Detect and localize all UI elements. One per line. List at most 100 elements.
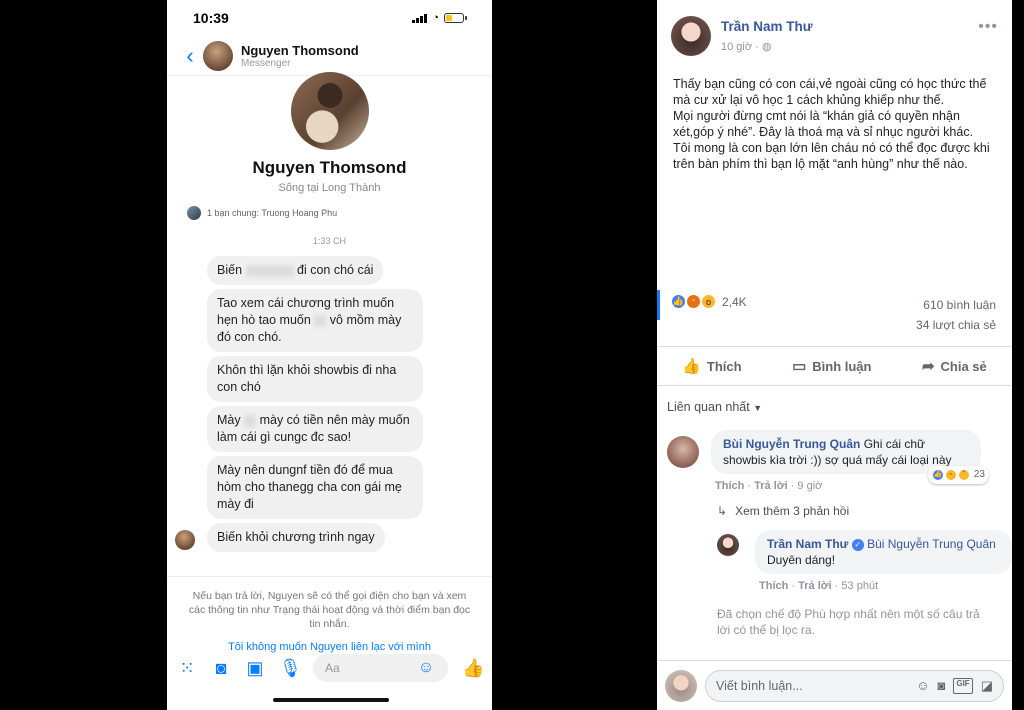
globe-icon: ◍ — [761, 41, 772, 53]
profile-location: Sống tại Long Thành — [278, 182, 381, 194]
message-bubble[interactable]: Mày mày có tiền nên mày muốn làm cái gì … — [207, 406, 423, 452]
share-count[interactable]: 34 lượt chia sẻ — [916, 318, 996, 332]
reaction-count[interactable]: 2,4K — [722, 295, 747, 309]
sad-reaction-icon: ˘ — [957, 469, 970, 481]
message-bubble[interactable]: Biến đi con chó cái — [207, 256, 384, 285]
share-label: Chia sẻ — [940, 358, 987, 374]
reply-time[interactable]: 53 phút — [841, 580, 878, 592]
reply-bubble: Trần Nam Thư ✓ Bùi Nguyễn Trung Quân Duy… — [755, 530, 1012, 574]
mutual-friends-text: 1 bạn chung: Truong Hoang Phu — [207, 208, 338, 218]
profile-name: Nguyen Thomsond — [252, 158, 407, 177]
reply-meta: Thích · Trả lời · 53 phút — [759, 580, 879, 592]
reply-reply-link[interactable]: Trả lời — [798, 580, 832, 592]
post-actions: 👍 Thích ▭ Bình luận ➦ Chia sẻ — [657, 346, 1012, 386]
reply-arrow-icon: ↳ — [717, 504, 728, 518]
verified-badge-icon: ✓ — [851, 538, 864, 551]
angry-reaction-icon: ᵔ — [686, 294, 701, 309]
sort-label: Liên quan nhất — [667, 400, 750, 414]
reply-privacy-note: Nếu bạn trả lời, Nguyen sẽ có thể gọi đi… — [167, 576, 492, 631]
like-label: Thích — [706, 358, 742, 374]
mutual-friends: 1 bạn chung: Truong Hoang Phu — [167, 194, 492, 220]
more-options-icon[interactable]: ••• — [978, 18, 998, 36]
message-bubble[interactable]: Mày nên dungnf tiền đó để mua hòm cho th… — [207, 456, 423, 519]
message-list: Biến đi con chó cái Tao xem cái chương t… — [167, 246, 492, 556]
emoji-icon[interactable]: ☺ — [416, 659, 436, 677]
microphone-icon[interactable]: 🎙 — [279, 658, 302, 679]
comment-list: Bùi Nguyễn Trung Quân Ghi cái chữ showbi… — [657, 430, 1012, 638]
gallery-icon[interactable]: ▣ — [245, 658, 265, 679]
author-avatar[interactable] — [671, 16, 711, 56]
redacted-text — [244, 414, 257, 427]
like-reaction-icon: 👍 — [671, 294, 686, 309]
comment-sort-dropdown[interactable]: Liên quan nhất ▼ — [667, 400, 762, 414]
message-input[interactable]: Aa ☺ — [313, 654, 448, 682]
comment-icon: ▭ — [792, 358, 807, 375]
reply-like-link[interactable]: Thích — [759, 580, 788, 592]
contact-name[interactable]: Nguyen Thomsond — [241, 43, 359, 58]
message-text: Mày — [217, 413, 241, 427]
sticker-icon[interactable]: ◪ — [981, 678, 993, 694]
commenter-avatar[interactable] — [667, 436, 699, 468]
redacted-text — [245, 264, 294, 277]
reply: Trần Nam Thư ✓ Bùi Nguyễn Trung Quân Duy… — [717, 530, 1012, 592]
comment-button[interactable]: ▭ Bình luận — [792, 357, 871, 375]
share-button[interactable]: ➦ Chia sẻ — [922, 357, 987, 375]
comment-reactions[interactable]: 👍 ᵕ ˘ 23 — [927, 466, 989, 484]
haha-reaction-icon: ᵕ — [944, 469, 957, 481]
battery-icon — [444, 13, 467, 23]
author-name[interactable]: Trần Nam Thư — [721, 19, 813, 34]
message-input-placeholder: Aa — [325, 661, 340, 675]
message-composer: ⁙ ◙ ▣ 🎙 Aa ☺ 👍 — [167, 648, 492, 688]
comment: Bùi Nguyễn Trung Quân Ghi cái chữ showbi… — [667, 430, 1012, 492]
post-time-text[interactable]: 10 giờ — [721, 41, 752, 53]
profile-picture[interactable] — [290, 72, 369, 150]
view-more-replies-text: Xem thêm 3 phản hồi — [735, 504, 850, 518]
contact-subtitle: Messenger — [241, 57, 291, 69]
reaction-emojis[interactable]: 👍 ᵔ o 2,4K — [671, 294, 747, 309]
screenshot-stage: 10:39 ◔ ‹ Nguyen Thomsond Messenger Nguy… — [0, 0, 1024, 710]
sender-avatar — [175, 530, 195, 550]
mutual-friend-avatar — [187, 206, 201, 220]
message-bubble[interactable]: Khôn thì lặn khỏi showbis đi nha con chó — [207, 356, 423, 402]
emoji-icon[interactable]: ☺ — [916, 678, 929, 694]
post-header: Trần Nam Thư 10 giờ · ◍ ••• — [657, 0, 1012, 56]
messenger-phone: 10:39 ◔ ‹ Nguyen Thomsond Messenger Nguy… — [167, 0, 492, 710]
status-time: 10:39 — [193, 10, 229, 26]
camera-icon[interactable]: ◙ — [211, 658, 231, 679]
message-text: Biến — [217, 263, 243, 277]
message-bubble[interactable]: Biến khỏi chương trình ngay — [207, 523, 385, 552]
comment-count[interactable]: 610 bình luận — [923, 298, 996, 312]
message-bubble[interactable]: Tao xem cái chương trình muốn hẹn hò tao… — [207, 289, 423, 352]
apps-icon[interactable]: ⁙ — [177, 658, 197, 679]
replier-name[interactable]: Trần Nam Thư — [767, 537, 848, 551]
comment-reply-link[interactable]: Trả lời — [754, 480, 788, 492]
comment-like-link[interactable]: Thích — [715, 480, 744, 492]
like-button[interactable]: 👍 Thích — [682, 357, 741, 375]
commenter-name[interactable]: Bùi Nguyễn Trung Quân — [723, 437, 860, 451]
reply-text: Duyên dáng! — [767, 553, 836, 567]
comment-composer: Viết bình luận... ☺ ◙ GIF ◪ — [657, 660, 1012, 710]
back-arrow-icon[interactable]: ‹ — [177, 43, 203, 69]
status-bar: 10:39 ◔ — [167, 0, 492, 36]
reply-mention[interactable]: Bùi Nguyễn Trung Quân — [867, 537, 996, 551]
gif-icon[interactable]: GIF — [953, 677, 973, 694]
view-more-replies[interactable]: ↳ Xem thêm 3 phản hồi — [657, 492, 1012, 518]
camera-icon[interactable]: ◙ — [938, 678, 946, 694]
comment-input[interactable]: Viết bình luận... ☺ ◙ GIF ◪ — [705, 669, 1004, 702]
contact-avatar[interactable] — [203, 40, 233, 71]
like-icon: 👍 — [682, 358, 701, 375]
wow-reaction-icon: o — [701, 294, 716, 309]
comment-bubble: Bùi Nguyễn Trung Quân Ghi cái chữ showbi… — [711, 430, 989, 484]
comment-time[interactable]: 9 giờ — [797, 480, 822, 492]
thumbs-up-icon[interactable]: 👍 — [462, 658, 484, 679]
filter-note: Đã chọn chế độ Phù hợp nhất nên một số c… — [717, 607, 980, 637]
post-time: 10 giờ · ◍ — [721, 41, 772, 53]
facebook-post: Trần Nam Thư 10 giờ · ◍ ••• Thấy bạn cũn… — [657, 0, 1012, 710]
post-body: Thấy bạn cũng có con cái,vẻ ngoài cũng c… — [673, 77, 990, 171]
replier-avatar[interactable] — [717, 534, 739, 556]
chat-header: ‹ Nguyen Thomsond Messenger — [167, 36, 492, 76]
message-timestamp: 1:33 CH — [312, 236, 347, 246]
comment-label: Bình luận — [812, 358, 872, 374]
home-indicator — [273, 698, 389, 702]
status-icons: ◔ — [412, 12, 467, 24]
